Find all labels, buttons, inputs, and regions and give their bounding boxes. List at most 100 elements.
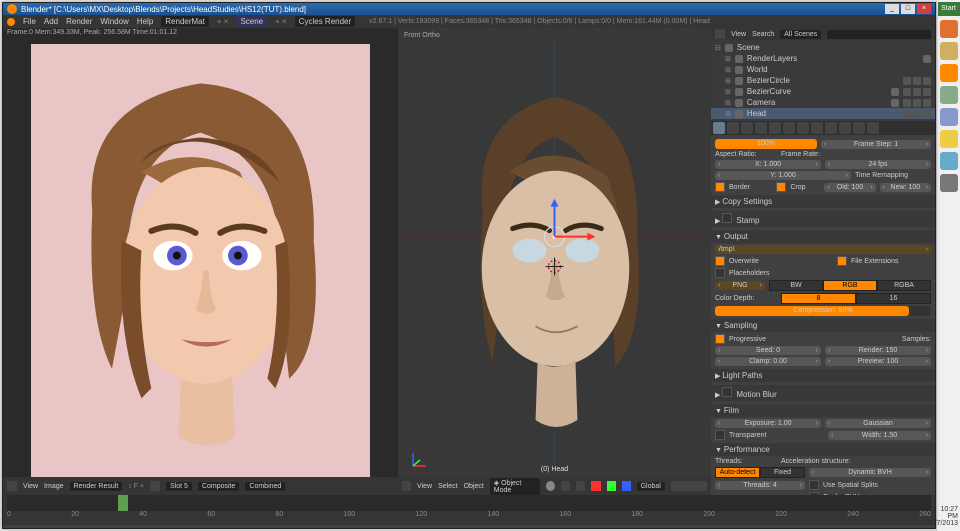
outliner-item-head[interactable]: ⊞Head [711,108,935,119]
outliner-item-world[interactable]: ⊞World [711,64,935,75]
view-menu-view[interactable]: View [417,483,432,490]
aspect-x-field[interactable]: X: 1.000 [715,160,821,169]
outliner-menu-search[interactable]: Search [752,31,774,38]
exposure-field[interactable]: Exposure: 1.00 [715,419,821,428]
threads-count-field[interactable]: Threads: 4 [715,481,805,490]
render-result-selector[interactable]: Render Result [70,482,123,491]
cursor-icon[interactable] [913,99,921,107]
properties-panel[interactable]: 100% Frame Step: 1 Aspect Ratio: Frame R… [711,135,935,495]
scene-selector[interactable]: Scene [236,16,267,27]
3d-viewport[interactable]: Front Ortho [398,28,711,495]
tray-icon-app2[interactable] [940,108,958,126]
menu-render[interactable]: Render [66,17,92,26]
outliner-editor-icon[interactable] [715,29,725,39]
tab-material[interactable] [825,122,837,134]
seed-field[interactable]: Seed: 0 [715,346,821,355]
tab-object[interactable] [769,122,781,134]
color-rgb[interactable]: RGB [823,280,877,291]
outliner-item-beziercircle[interactable]: ⊞BezierCircle [711,75,935,86]
outliner[interactable]: ⊟Scene⊞RenderLayers⊞World⊞BezierCircle⊞B… [711,40,935,121]
progressive-checkbox[interactable] [715,334,725,344]
outliner-item-camera[interactable]: ⊞Camera [711,97,935,108]
threads-auto[interactable]: Auto-detect [715,467,760,478]
stamp-header[interactable]: Stamp [711,211,935,227]
frame-step-field[interactable]: Frame Step: 1 [821,140,931,149]
render-menu-image[interactable]: Image [44,483,63,490]
layers-grid[interactable] [671,481,707,491]
transparent-checkbox[interactable] [715,430,725,440]
tray-icon-firefox[interactable] [940,20,958,38]
layer-selector[interactable]: Composite [198,482,239,491]
preview-samples-field[interactable]: Preview: 100 [825,357,931,366]
depth-16[interactable]: 16 [856,293,931,304]
tab-scene[interactable] [741,122,753,134]
camera-icon[interactable] [923,88,931,96]
aspect-y-field[interactable]: Y: 1.000 [715,171,851,180]
filter-width-field[interactable]: Width: 1.50 [828,431,931,440]
placeholders-checkbox[interactable] [715,268,725,278]
cursor-icon[interactable] [913,77,921,85]
eye-icon[interactable] [903,99,911,107]
spatial-checkbox[interactable] [809,480,819,490]
menu-file[interactable]: File [23,17,36,26]
menu-add[interactable]: Add [44,17,58,26]
tab-physics[interactable] [867,122,879,134]
sampling-header[interactable]: Sampling [711,319,935,332]
view-menu-select[interactable]: Select [438,483,457,490]
tab-render[interactable] [713,122,725,134]
tab-render-layers[interactable] [727,122,739,134]
menu-help[interactable]: Help [137,17,153,26]
view-menu-object[interactable]: Object [464,483,484,490]
overwrite-checkbox[interactable] [715,256,725,266]
viewport-editor-icon[interactable] [402,481,411,491]
timeline[interactable]: 020406080100120140160180200220240260 [3,495,935,525]
tab-particles[interactable] [853,122,865,134]
bvh-selector[interactable]: Dynamic BVH [809,468,931,477]
tab-data[interactable] [811,122,823,134]
tab-texture[interactable] [839,122,851,134]
border-checkbox[interactable] [715,182,725,192]
camera-icon[interactable] [923,99,931,107]
clamp-field[interactable]: Clamp: 0.00 [715,357,821,366]
cursor-icon[interactable] [913,88,921,96]
outliner-search-input[interactable] [827,30,931,39]
resolution-pct[interactable]: 100% [715,139,817,149]
minimize-button[interactable]: _ [885,4,899,14]
shading-icon[interactable] [546,481,555,491]
outliner-menu-view[interactable]: View [731,31,746,38]
threads-fixed[interactable]: Fixed [760,467,805,478]
outliner-item-renderlayers[interactable]: ⊞RenderLayers [711,53,935,64]
motionblur-header[interactable]: Motion Blur [711,385,935,401]
outliner-item-scene[interactable]: ⊟Scene [711,42,935,53]
timeline-cursor[interactable] [118,495,128,511]
output-path-field[interactable]: /tmp\ [715,245,931,254]
color-bw[interactable]: BW [769,280,823,291]
cursor-icon[interactable] [913,110,921,118]
pivot-icon[interactable] [561,481,570,491]
fps-field[interactable]: 24 fps [825,160,931,169]
outliner-filter[interactable]: All Scenes [780,30,821,39]
old-field[interactable]: Old: 100 [824,183,875,192]
tab-constraints[interactable] [783,122,795,134]
render-samples-field[interactable]: Render: 150 [825,346,931,355]
blender-logo-icon[interactable] [7,18,15,26]
tray-icon-app3[interactable] [940,174,958,192]
eye-icon[interactable] [903,77,911,85]
new-field[interactable]: New: 100 [880,183,931,192]
tab-world[interactable] [755,122,767,134]
fileext-checkbox[interactable] [837,256,847,266]
engine-selector[interactable]: Cycles Render [295,16,355,27]
render-image[interactable] [31,44,370,477]
eye-icon[interactable] [903,110,911,118]
camera-icon[interactable] [923,110,931,118]
compression-slider[interactable]: Compression: 90% [715,306,931,316]
pass-selector[interactable]: Combined [245,482,285,491]
menu-window[interactable]: Window [100,17,128,26]
copy-settings-header[interactable]: Copy Settings [711,195,935,208]
pin-icon[interactable] [150,481,160,491]
maximize-button[interactable]: □ [901,4,915,14]
performance-header[interactable]: Performance [711,443,935,456]
depth-8[interactable]: 8 [781,293,856,304]
tab-modifiers[interactable] [797,122,809,134]
eye-icon[interactable] [903,88,911,96]
